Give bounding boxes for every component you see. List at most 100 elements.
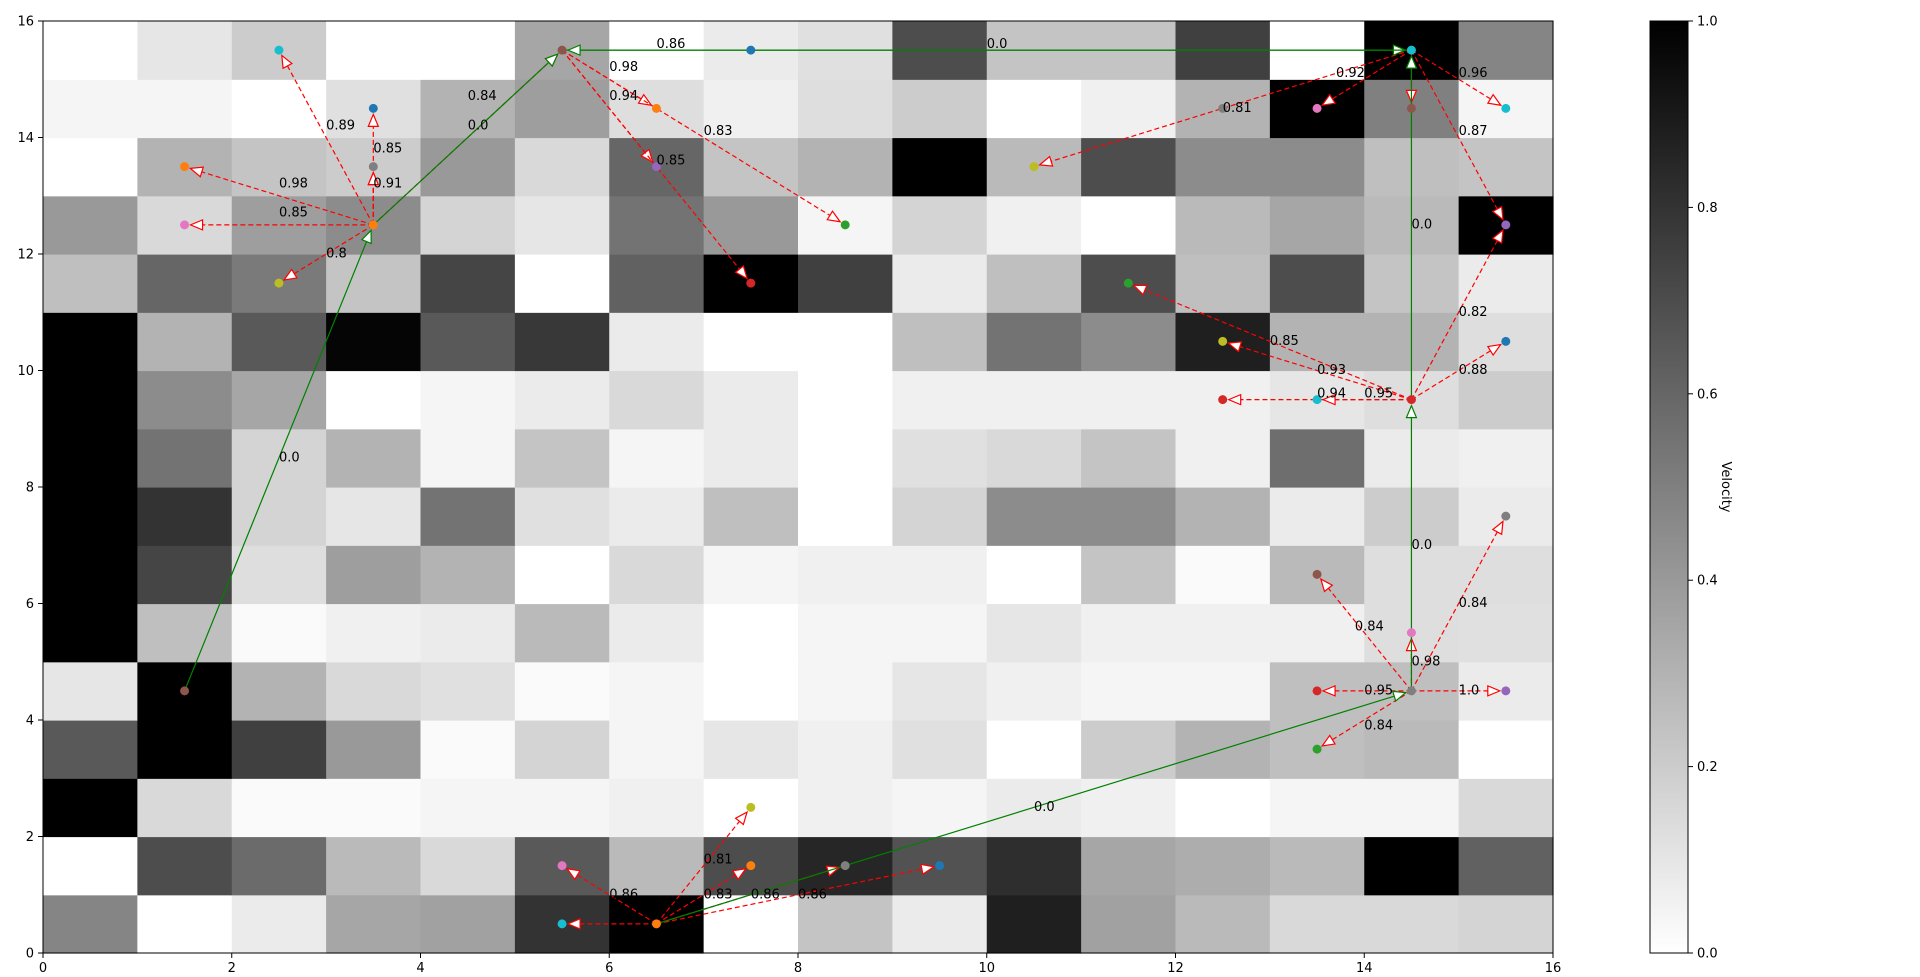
heatmap-cell [986,312,1082,372]
heatmap-cell [326,778,422,838]
heatmap-cell [43,21,138,80]
heatmap-cells [43,21,1554,954]
heatmap-cell [137,778,233,838]
heatmap-cell [137,894,233,954]
x-tick-label: 16 [1545,961,1562,976]
node-point [1406,628,1416,638]
x-tick-label: 2 [228,961,236,976]
heatmap-cell [703,545,799,605]
edge-label: 0.84 [1459,596,1488,611]
heatmap-cell [798,254,893,313]
node-point [1406,45,1416,55]
heatmap-cell [703,603,799,663]
heatmap-cell [798,603,893,663]
heatmap-cell [420,778,516,838]
heatmap-cell [326,428,422,488]
edge-label: 0.82 [1459,305,1488,320]
heatmap-cell [1175,428,1271,488]
heatmap-cell [43,79,138,139]
edge-label: 1.0 [1459,683,1480,698]
heatmap-cell [1175,545,1271,605]
heatmap-cell [231,312,327,372]
heatmap-cell [703,487,799,546]
x-tick-label: 6 [605,961,613,976]
heatmap-cell [1081,428,1177,488]
heatmap-cell [1269,836,1365,896]
heatmap-cell [986,428,1082,488]
node-point [1312,569,1322,579]
heatmap-cell [798,661,893,721]
heatmap-cell [231,778,327,838]
heatmap-cell [1458,370,1554,430]
heatmap-cell [137,254,233,313]
edge-label: 0.85 [656,153,685,168]
heatmap-cell [1269,195,1365,255]
heatmap-cell [798,137,893,197]
heatmap-cell [1269,137,1365,197]
heatmap-cell [420,370,516,430]
heatmap-cell [326,720,422,779]
y-tick-label: 16 [17,15,34,30]
heatmap-cell [1364,778,1460,838]
heatmap-cell [43,137,138,197]
node-point [557,45,567,55]
heatmap-cell [326,545,422,605]
heatmap-cell [986,545,1082,605]
heatmap-cell [892,545,988,605]
heatmap-cell [43,195,138,255]
node-point [1406,686,1416,696]
heatmap-cell [514,661,610,721]
y-tick-label: 10 [17,364,34,379]
node-point [274,278,284,288]
heatmap-cell [892,195,988,255]
heatmap-cell [137,603,233,663]
colorbar-tick-label: 0.6 [1697,387,1718,402]
node-point [1501,686,1511,696]
heatmap-cell [892,487,988,546]
heatmap-cell [514,370,610,430]
heatmap-cell [420,836,516,896]
y-tick-label: 14 [17,131,34,146]
heatmap-cell [420,661,516,721]
edge-label: 0.83 [704,887,733,902]
heatmap-cell [514,428,610,488]
edge-label: 0.96 [1459,66,1488,81]
edge-label: 0.84 [1355,619,1384,634]
y-tick-label: 12 [17,248,34,263]
heatmap-cell [43,370,138,430]
heatmap-cell [326,661,422,721]
y-axis: 0 2 4 6 8 10 12 14 16 [17,15,43,962]
heatmap-cell [1175,661,1271,721]
heatmap-cell [420,545,516,605]
heatmap-cell [43,428,138,488]
heatmap-cell [892,661,988,721]
colorbar-label: Velocity [1718,462,1733,513]
edge-label: 0.84 [468,89,497,104]
node-point [840,220,850,230]
node-point [557,919,567,929]
heatmap-cell [231,370,327,430]
heatmap-cell [609,778,705,838]
edge-label: 0.0 [1411,217,1432,232]
heatmap-cell [798,778,893,838]
heatmap-cell [703,428,799,488]
heatmap-cell [609,720,705,779]
heatmap-cell [1175,195,1271,255]
colorbar-tick-label: 0.2 [1697,760,1718,775]
edge-label: 0.88 [1459,363,1488,378]
heatmap-cell [514,195,610,255]
heatmap-cell [231,661,327,721]
colorbar-tick-label: 0.4 [1697,574,1718,589]
heatmap-cell [892,778,988,838]
node-point [1029,162,1039,172]
node-point [1123,278,1133,288]
heatmap-cell [798,370,893,430]
edge-label: 0.83 [704,124,733,139]
heatmap-cell [137,428,233,488]
heatmap-cell [986,720,1082,779]
heatmap-cell [609,428,705,488]
colorbar-tick-label: 0.8 [1697,201,1718,216]
heatmap-cell [326,370,422,430]
heatmap-cell [609,254,705,313]
heatmap-cell [231,79,327,139]
